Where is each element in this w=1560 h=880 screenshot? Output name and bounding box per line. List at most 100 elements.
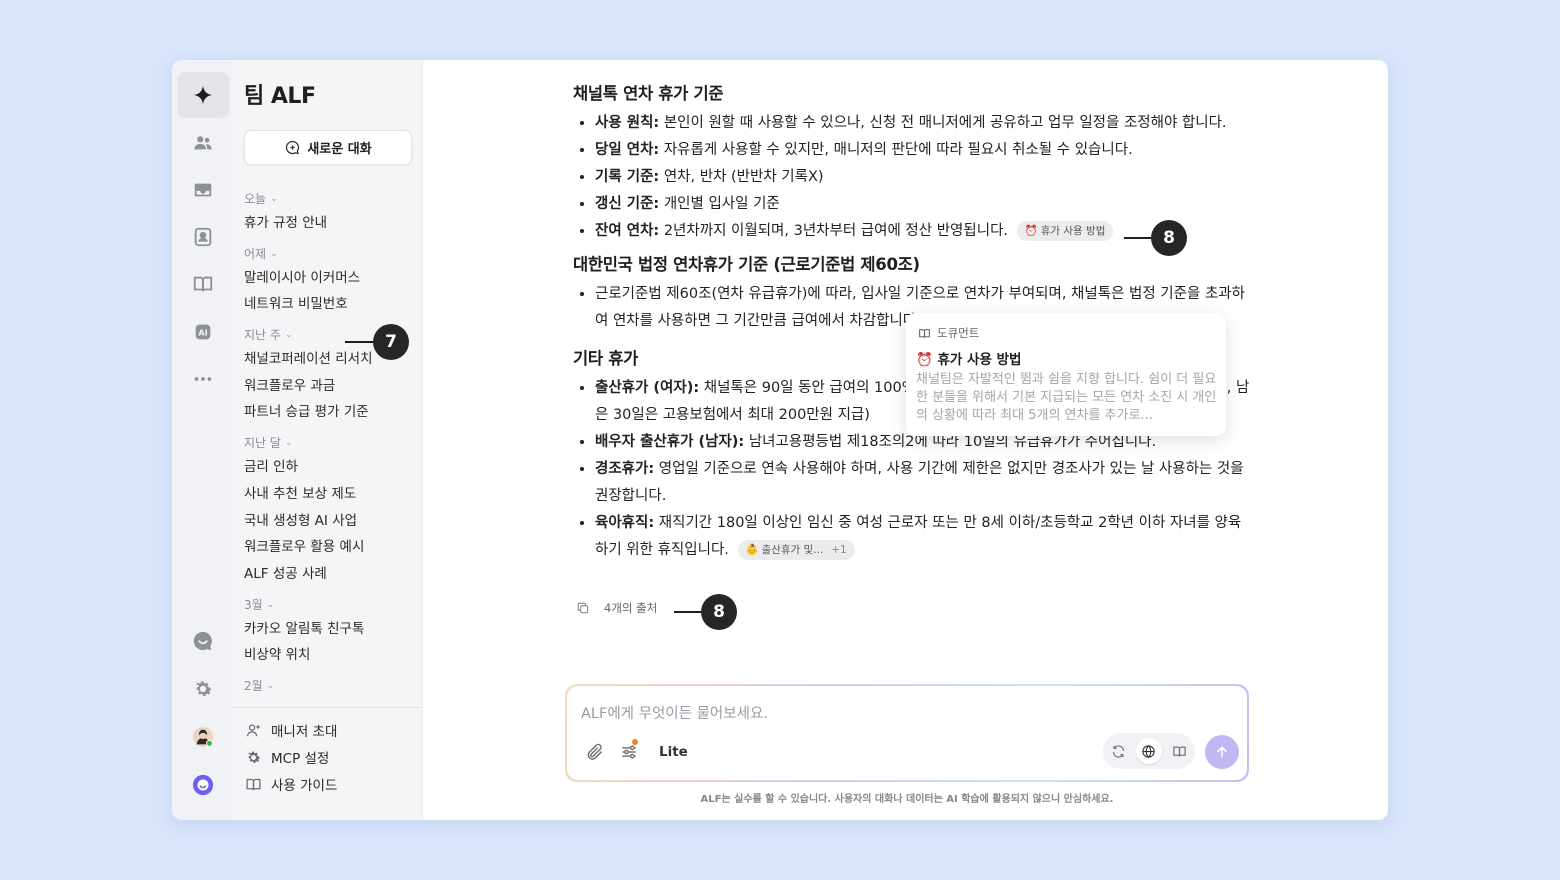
conversation-list: 오늘 ⌄ 휴가 규정 안내 어제 ⌄ 말레이시아 이커머스 네트워크 비밀번호 지난…	[244, 188, 414, 700]
globe-icon[interactable]	[1135, 738, 1162, 764]
chevron-down-icon: ⌄	[266, 680, 275, 691]
item-label: 기록 기준:	[595, 169, 660, 185]
chip-count: +1	[831, 543, 847, 556]
book-icon[interactable]	[177, 261, 229, 307]
list-item: 사용 원칙: 본인이 원할 때 사용할 수 있으나, 신청 전 매니저에게 공유…	[595, 110, 1253, 137]
avatar[interactable]	[177, 714, 229, 760]
list-item[interactable]: 사내 추천 보상 제도	[244, 481, 414, 508]
item-label: 잔여 연차:	[595, 223, 660, 239]
filters-button[interactable]	[619, 739, 639, 762]
list-item: 육아휴직: 재직기간 180일 이상인 임신 중 여성 근로자 또는 만 8세 …	[595, 510, 1253, 564]
item-text: 개인별 입사일 기준	[659, 196, 780, 212]
section-title: 채널톡 연차 휴가 기준	[573, 84, 724, 103]
item-label: 육아휴직:	[595, 515, 655, 531]
inbox-icon[interactable]	[177, 167, 229, 213]
source-preview-card[interactable]: 도큐먼트 ⏰ 휴가 사용 방법 채널팀은 자발적인 뜀과 쉼을 지향 합니다. …	[906, 313, 1226, 436]
refresh-icon[interactable]	[1105, 738, 1131, 764]
card-category: 도큐먼트	[918, 325, 979, 341]
ai-icon[interactable]: AI	[177, 309, 229, 355]
item-label: 출산휴가 (여자):	[595, 380, 700, 396]
team-icon[interactable]	[177, 120, 229, 166]
list-item[interactable]: ALF 성공 사례	[244, 561, 414, 588]
list-item[interactable]: 워크플로우 과금	[244, 373, 414, 400]
icon-rail: AI	[172, 60, 234, 820]
list-item[interactable]: 말레이시아 이커머스	[244, 265, 414, 292]
bullet-list: 사용 원칙: 본인이 원할 때 사용할 수 있으나, 신청 전 매니저에게 공유…	[573, 110, 1253, 245]
app-title: 팀 ALF	[244, 84, 316, 109]
card-snippet: 채널팀은 자발적인 뜀과 쉼을 지향 합니다. 쉼이 더 필요한 분들을 위해서…	[916, 372, 1217, 423]
source-chip[interactable]: 👶 출산휴가 및... +1	[737, 540, 855, 560]
book-icon	[246, 778, 261, 790]
item-text: 남녀고용평등법 제18조의2에 따라 10일의 유급휴가가 주어집니다.	[744, 434, 1157, 450]
contact-icon[interactable]	[177, 214, 229, 260]
user-guide-button[interactable]: 사용 가이드	[245, 772, 337, 796]
item-text: 자유롭게 사용할 수 있지만, 매니저의 판단에 따라 필요시 취소될 수 있습…	[659, 142, 1133, 158]
list-item[interactable]: 워크플로우 활용 예시	[244, 534, 414, 561]
book-icon[interactable]	[1167, 738, 1193, 764]
item-label: 당일 연차:	[595, 142, 660, 158]
chat-main: 채널톡 연차 휴가 기준 사용 원칙: 본인이 원할 때 사용할 수 있으나, …	[423, 60, 1388, 820]
group-last-month[interactable]: 지난 달 ⌄	[244, 432, 414, 454]
paperclip-icon[interactable]	[585, 742, 605, 762]
item-label: 사용 원칙:	[595, 115, 660, 131]
group-today[interactable]: 오늘 ⌄	[244, 188, 414, 210]
list-item[interactable]: 국내 생성형 AI 사업	[244, 508, 414, 535]
item-text: 본인이 원할 때 사용할 수 있으나, 신청 전 매니저에게 공유하고 업무 일…	[659, 115, 1227, 131]
item-label: 경조휴가:	[595, 461, 655, 477]
copy-icon	[577, 602, 589, 614]
more-icon[interactable]	[177, 356, 229, 402]
mcp-settings-button[interactable]: MCP 설정	[245, 745, 329, 769]
item-text: 연차, 반차 (반반차 기록X)	[659, 169, 824, 185]
list-item[interactable]: 카카오 알림톡 친구톡	[244, 616, 414, 643]
chip-label: 휴가 사용 방법	[1040, 224, 1106, 237]
callout-badge: 8	[1151, 220, 1187, 256]
chevron-down-icon: ⌄	[284, 438, 293, 449]
sources-label: 4개의 출처	[604, 601, 658, 615]
section-title: 대한민국 법정 연차휴가 기준 (근로기준법 제60조)	[573, 255, 920, 274]
sources-toggle[interactable]: 4개의 출처	[576, 600, 657, 616]
item-text: 재직기간 180일 이상인 임신 중 여성 근로자 또는 만 8세 이하/초등학…	[595, 515, 1242, 558]
list-item[interactable]: 파트너 승급 평가 기준	[244, 399, 414, 426]
list-item[interactable]: 휴가 규정 안내	[244, 210, 414, 237]
item-text: 영업일 기준으로 연속 사용해야 하며, 사용 기간에 제한은 없지만 경조사가…	[595, 461, 1244, 504]
disclaimer: ALF는 실수를 할 수 있습니다. 사용자의 대화나 데이터는 AI 학습에 …	[700, 794, 1114, 805]
list-item[interactable]: 비상약 위치	[244, 642, 414, 669]
item-label: 배우자 출산휴가 (남자):	[595, 434, 745, 450]
channel-logo-icon[interactable]	[177, 762, 229, 808]
group-label: 어제	[244, 246, 267, 261]
guide-label: 사용 가이드	[271, 778, 338, 794]
item-text: 2년차까지 이월되며, 3년차부터 급여에 정산 반영됩니다.	[659, 223, 1009, 239]
invite-label: 매니저 초대	[271, 724, 338, 740]
list-item[interactable]: 네트워크 비밀번호	[244, 291, 414, 318]
chevron-down-icon: ⌄	[270, 194, 278, 204]
list-item[interactable]: 금리 인하	[244, 454, 414, 481]
group-february[interactable]: 2월 ⌄	[244, 675, 414, 697]
chat-input[interactable]: ALF에게 무엇이든 물어보세요.	[581, 702, 768, 723]
group-label: 지난 주	[244, 328, 281, 343]
alarm-clock-icon: ⏰	[916, 352, 933, 368]
notification-dot	[632, 739, 638, 745]
source-chip[interactable]: ⏰ 휴가 사용 방법	[1016, 221, 1114, 241]
group-label: 지난 달	[244, 436, 281, 451]
source-toggles	[1103, 733, 1195, 769]
add-user-icon	[246, 723, 260, 736]
chat-bubble-icon[interactable]	[177, 618, 229, 664]
alarm-clock-icon: ⏰	[1024, 224, 1038, 237]
list-item: 경조휴가: 영업일 기준으로 연속 사용해야 하며, 사용 기간에 제한은 없지…	[595, 456, 1253, 510]
settings-icon[interactable]	[177, 666, 229, 712]
chevron-down-icon: ⌄	[284, 330, 293, 341]
chevron-down-icon: ⌄	[266, 599, 275, 610]
callout-badge: 8	[701, 594, 737, 630]
new-chat-button[interactable]: 새로운 대화	[244, 130, 412, 165]
card-category-label: 도큐먼트	[937, 326, 980, 340]
send-button[interactable]	[1205, 735, 1239, 769]
invite-manager-button[interactable]: 매니저 초대	[245, 718, 337, 742]
new-chat-label: 새로운 대화	[307, 142, 372, 157]
card-title: ⏰ 휴가 사용 방법	[916, 348, 1021, 368]
arrow-up-icon	[1217, 746, 1227, 758]
model-selector[interactable]: Lite	[659, 744, 688, 760]
group-yesterday[interactable]: 어제 ⌄	[244, 243, 414, 265]
sparkle-icon[interactable]	[177, 72, 229, 118]
document-icon	[919, 328, 930, 338]
group-march[interactable]: 3월 ⌄	[244, 594, 414, 616]
